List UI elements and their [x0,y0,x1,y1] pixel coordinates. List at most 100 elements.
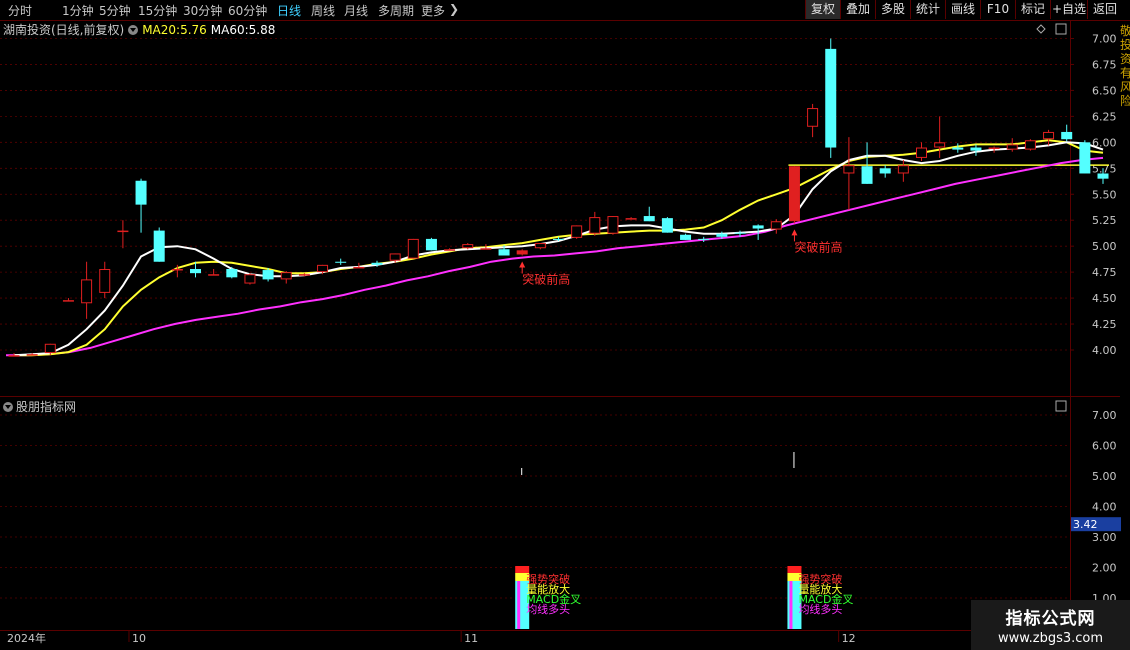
ma-magenta-line [6,156,1104,357]
signal-label: 均线多头 [798,602,842,616]
candle-body [843,165,855,174]
candle-body [897,165,909,174]
candle-body [1006,144,1018,150]
candle-body [1043,131,1055,140]
signal-bar-magenta [517,581,521,629]
watermark: 指标公式网 www.zbgs3.com [971,600,1130,650]
candle-body [335,261,347,263]
candle-body [988,147,1000,150]
main-y-tick-label: 4.50 [1092,292,1117,305]
candle-body [716,233,728,237]
sub-y-tick-label: 5.00 [1092,470,1117,483]
candle-body [81,279,93,304]
sub-y-tick-label: 3.00 [1092,531,1117,544]
candle-body [752,225,764,229]
candle-body [825,48,837,148]
candle-body [861,166,873,184]
candle-body [190,269,201,274]
sub-y-tick-label: 2.00 [1092,562,1117,575]
window-icon [1055,23,1067,35]
sub-y-tick-label: 4.00 [1092,501,1117,514]
date-label: 11 [464,632,478,645]
date-label: 2024年 [7,631,46,645]
candle-body [208,274,220,276]
signal-bar-red [787,566,802,573]
candle-body [571,225,583,238]
candle-body [952,147,964,150]
date-label: 10 [132,632,146,645]
candle-body [171,269,183,271]
main-y-tick-label: 7.00 [1092,33,1117,46]
breakout-annotation: 突破前高 [794,239,842,254]
candle-body [353,266,365,269]
candle-body [607,216,619,234]
candle-body [135,180,147,205]
current-value-label: 3.42 [1073,518,1098,531]
candle-body [516,250,528,255]
candle-body [879,168,891,174]
main-y-tick-label: 5.00 [1092,240,1117,253]
sub-y-tick-label: 6.00 [1092,440,1117,453]
diamond-icon [1036,24,1046,34]
candle-body [298,274,310,276]
candle-body [553,238,564,240]
candle-body [244,274,256,284]
candle-body [26,354,38,356]
candle-body [916,147,927,158]
candle-body [1079,142,1091,174]
candle-body [407,238,419,259]
candle-body [44,343,56,354]
candle-body [317,264,329,273]
candle-body [498,249,510,256]
candle-body [462,244,474,249]
date-label: 12 [842,632,856,645]
candle-body [770,221,782,230]
candle-body [1097,173,1109,179]
candle-body [1061,131,1073,140]
candle-body [62,300,74,302]
candle-body [8,355,20,357]
candle-body [480,248,492,250]
candle-body [643,216,655,222]
candle-body [680,234,692,240]
candle-body [698,238,710,240]
candle-body [625,218,637,220]
candle-body [970,147,982,151]
main-y-tick-label: 4.00 [1092,344,1117,357]
candle-body [226,269,238,278]
candle-body [425,238,437,251]
candle-body [661,218,673,233]
candle-body [280,272,292,280]
main-y-tick-label: 6.75 [1092,58,1117,71]
kline-chart: 7.00 6.75 6.50 6.25 6.00 5.75 5.50 5.25 5.00 4.75… [0,20,1130,645]
signal-bar-red [515,566,530,573]
candle-body [534,243,546,249]
signal-label: 均线多头 [526,602,570,616]
main-y-tick-label: 6.50 [1092,84,1117,97]
sub-y-tick-label: 7.00 [1092,409,1117,422]
candle-body [99,269,111,293]
main-y-tick-label: 4.25 [1092,318,1117,331]
breakout-annotation: 突破前高 [522,272,570,287]
candle-body [117,230,129,233]
main-y-tick-label: 6.25 [1092,110,1117,123]
main-y-tick-label: 5.25 [1092,214,1117,227]
watermark-url: www.zbgs3.com [997,631,1104,646]
candle-body [934,142,946,148]
watermark-title: 指标公式网 [1005,609,1096,629]
window-icon [1055,400,1067,412]
signal-bar-magenta [789,581,793,629]
candle-body [788,166,800,222]
candle-body [1024,140,1036,150]
main-y-tick-label: 4.75 [1092,266,1117,279]
candle-body [389,253,401,261]
main-y-tick-label: 5.50 [1092,188,1117,201]
candle-body [371,262,383,265]
candle-body [262,270,274,280]
candle-body [734,232,746,234]
candle-body [807,108,819,127]
right-side-strip: 敬投资有风险 [1120,24,1130,108]
candle-body [589,217,601,234]
candle-body [153,230,165,262]
candle-body [444,249,456,251]
